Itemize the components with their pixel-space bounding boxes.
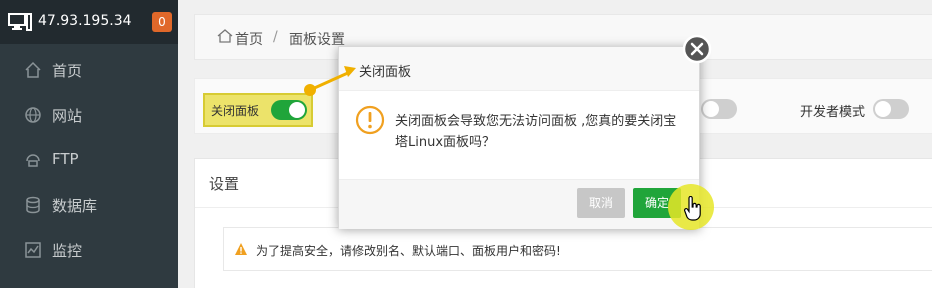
sidebar-item-home[interactable]: 首页 [0,48,178,92]
close-panel-switch[interactable] [271,100,307,120]
dialog-title: 关闭面板 [359,65,412,80]
sidebar-item-database[interactable]: 数据库 [0,183,178,227]
database-icon [26,196,40,214]
sidebar-item-ftp[interactable]: FTP [0,138,178,182]
sidebar-item-label: FTP [52,150,79,168]
dev-mode-label: 开发者模式 [800,105,866,120]
close-icon[interactable] [682,34,712,64]
dialog-message: 关闭面板会导致您无法访问面板 ,您真的要关闭宝塔Linux面板吗？ [395,114,677,150]
breadcrumb-current: 面板设置 [289,32,345,48]
warning-text: 为了提高安全，请修改别名、默认端口、面板用户和密码! [256,244,561,258]
close-panel-highlight: 关闭面板 [203,93,313,127]
hidden-option-switch[interactable] [701,99,737,119]
breadcrumb-separator: / [273,29,278,45]
server-monitor-icon [8,13,32,31]
switch-knob [875,101,891,117]
breadcrumb-home-link[interactable]: 首页 [235,29,263,49]
sidebar-item-monitor[interactable]: 监控 [0,228,178,272]
notification-badge[interactable]: 0 [152,12,172,32]
alert-icon [355,105,385,135]
close-panel-label: 关闭面板 [211,104,260,118]
sidebar-item-label: 数据库 [52,197,98,215]
sidebar-header: 47.93.195.34 0 [0,0,178,44]
dialog-footer: 取消 确定 [339,179,699,229]
settings-title: 设置 [209,175,240,193]
sidebar-item-label: 首页 [52,62,83,80]
switch-knob [703,101,719,117]
confirm-dialog: 关闭面板 关闭面板会导致您无法访问面板 ,您真的要关闭宝塔Linux面板吗？ 取… [338,46,700,229]
home-icon [217,29,233,43]
security-warning: 为了提高安全，请修改别名、默认端口、面板用户和密码! [223,227,932,271]
dialog-header: 关闭面板 [339,47,699,91]
server-ip: 47.93.195.34 [38,13,132,29]
ftp-icon [26,154,40,167]
sidebar-item-label: 监控 [52,242,83,260]
sidebar-item-label: 网站 [52,107,83,125]
warning-icon [235,243,247,255]
dev-mode-switch[interactable] [873,99,909,119]
switch-knob [289,102,305,118]
monitor-chart-icon [25,242,41,258]
globe-icon [25,107,41,123]
sidebar: 47.93.195.34 0 首页 网站 FTP 数据库 监控 [0,0,178,288]
hand-cursor-icon [684,196,701,221]
cancel-button[interactable]: 取消 [577,188,625,218]
sidebar-item-website[interactable]: 网站 [0,93,178,137]
home-icon [25,61,41,78]
